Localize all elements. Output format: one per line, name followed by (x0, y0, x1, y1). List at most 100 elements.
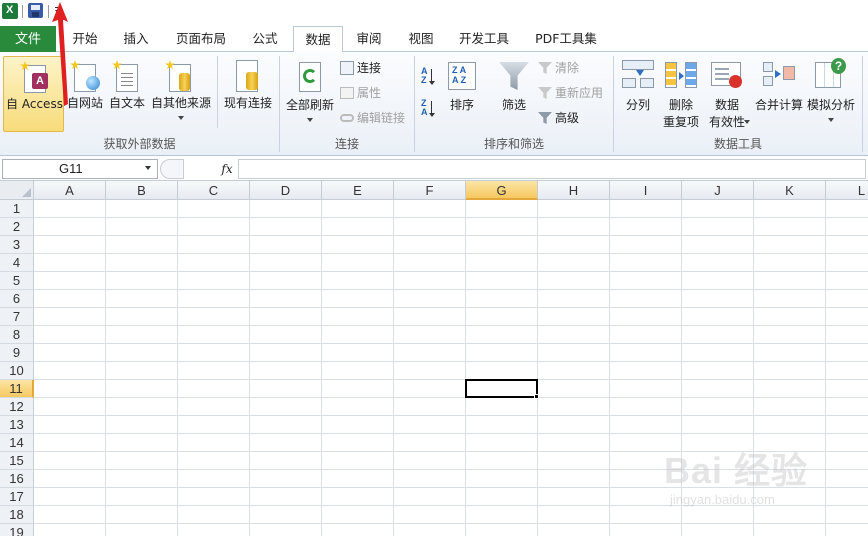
text-to-columns-button[interactable]: 分列 (618, 56, 658, 132)
remove-duplicates-button[interactable]: 删除 重复项 (660, 56, 702, 132)
row-header-5[interactable]: 5 (0, 272, 34, 290)
column-header-d[interactable]: D (250, 181, 322, 200)
row-header-2[interactable]: 2 (0, 218, 34, 236)
tab-developer[interactable]: 开发工具 (452, 26, 516, 52)
row-header-6[interactable]: 6 (0, 290, 34, 308)
tab-data[interactable]: 数据 (293, 26, 343, 53)
grid-hline (34, 253, 868, 254)
tab-insert[interactable]: 插入 (115, 26, 157, 52)
column-header-b[interactable]: B (106, 181, 178, 200)
row-header-3[interactable]: 3 (0, 236, 34, 254)
clear-button[interactable]: 清除 (538, 58, 579, 78)
chevron-down-icon (307, 118, 313, 122)
row-header-18[interactable]: 18 (0, 506, 34, 524)
grid-hline (34, 289, 868, 290)
refresh-icon (295, 60, 327, 94)
tab-formulas[interactable]: 公式 (244, 26, 286, 52)
row-header-1[interactable]: 1 (0, 200, 34, 218)
column-header-f[interactable]: F (394, 181, 466, 200)
tab-home[interactable]: 开始 (64, 26, 106, 52)
grid-vline (105, 200, 106, 536)
text-file-icon (112, 60, 144, 94)
properties-button[interactable]: 属性 (340, 83, 381, 103)
consolidate-button[interactable]: 合并计算 (752, 56, 806, 132)
grid-hline (34, 397, 868, 398)
advanced-button[interactable]: 高级 (538, 108, 579, 128)
row-header-8[interactable]: 8 (0, 326, 34, 344)
grid-hline (34, 307, 868, 308)
from-text-button[interactable]: 自文本 (106, 56, 148, 132)
chevron-down-icon (828, 118, 834, 122)
watermark-brand: Bai 经验 (664, 450, 809, 491)
name-box[interactable]: G11 (2, 159, 158, 179)
row-header-11[interactable]: 11 (0, 380, 34, 398)
column-header-e[interactable]: E (322, 181, 394, 200)
row-header-13[interactable]: 13 (0, 416, 34, 434)
what-if-analysis-icon: ? (815, 58, 847, 90)
column-header-k[interactable]: K (754, 181, 826, 200)
data-validation-icon (711, 60, 743, 90)
what-if-analysis-button[interactable]: ? 模拟分析 (806, 56, 856, 132)
tab-view[interactable]: 视图 (400, 26, 442, 52)
qat-separator (22, 5, 23, 18)
row-header-16[interactable]: 16 (0, 470, 34, 488)
edit-links-button[interactable]: 编辑链接 (340, 108, 405, 128)
properties-label: 属性 (357, 86, 382, 100)
remove-duplicates-label-2: 重复项 (662, 115, 699, 129)
row-header-15[interactable]: 15 (0, 452, 34, 470)
name-box-dropdown-icon[interactable] (145, 166, 151, 170)
row-header-7[interactable]: 7 (0, 308, 34, 326)
sort-ascending-icon[interactable]: AZ (421, 67, 441, 89)
insert-function-icon[interactable]: fx (218, 159, 236, 179)
row-header-12[interactable]: 12 (0, 398, 34, 416)
row-header-4[interactable]: 4 (0, 254, 34, 272)
sort-button[interactable]: Z AA Z 排序 (445, 56, 479, 132)
filter-button[interactable]: 筛选 (495, 56, 533, 132)
column-header-c[interactable]: C (178, 181, 250, 200)
refresh-all-button[interactable]: 全部刷新 (283, 56, 337, 132)
tab-review[interactable]: 审阅 (348, 26, 390, 52)
row-header-17[interactable]: 17 (0, 488, 34, 506)
grid-hline (34, 325, 868, 326)
refresh-all-label: 全部刷新 (285, 98, 334, 112)
formula-input[interactable] (238, 159, 866, 179)
column-header-l[interactable]: L (826, 181, 868, 200)
row-header-9[interactable]: 9 (0, 344, 34, 362)
save-icon[interactable] (28, 3, 43, 18)
select-all-button[interactable] (0, 181, 34, 200)
tab-file[interactable]: 文件 (0, 26, 56, 52)
from-other-sources-button[interactable]: 自其他来源 (148, 56, 214, 132)
row-header-14[interactable]: 14 (0, 434, 34, 452)
grid-hline (34, 415, 868, 416)
row-header-19[interactable]: 19 (0, 524, 34, 536)
sort-label: 排序 (449, 98, 474, 112)
column-header-h[interactable]: H (538, 181, 610, 200)
column-header-i[interactable]: I (610, 181, 682, 200)
connections-button[interactable]: 连接 (340, 58, 381, 78)
active-cell[interactable] (465, 379, 538, 398)
data-validation-button[interactable]: 数据 有效性 (704, 56, 750, 132)
excel-icon[interactable] (2, 3, 18, 19)
sort-descending-icon[interactable]: ZA (421, 99, 441, 121)
grid-hline (34, 379, 868, 380)
column-header-g[interactable]: G (466, 181, 538, 200)
grid-vline (537, 200, 538, 536)
row-header-10[interactable]: 10 (0, 362, 34, 380)
from-web-button[interactable]: 自网站 (64, 56, 106, 132)
column-header-j[interactable]: J (682, 181, 754, 200)
fill-handle[interactable] (534, 394, 539, 399)
grid-vline (609, 200, 610, 536)
grid-vline (177, 200, 178, 536)
reapply-button[interactable]: 重新应用 (538, 83, 603, 103)
reapply-icon (538, 87, 552, 99)
link-icon (340, 114, 354, 122)
formula-bar-resize-handle[interactable] (160, 159, 184, 179)
consolidate-icon (763, 60, 795, 90)
column-header-a[interactable]: A (34, 181, 106, 200)
existing-connections-button[interactable]: 现有连接 (220, 56, 276, 132)
advanced-filter-icon (538, 112, 552, 124)
chevron-down-icon (178, 116, 184, 120)
tab-pdf-tools[interactable]: PDF工具集 (528, 26, 604, 52)
tab-page-layout[interactable]: 页面布局 (170, 26, 232, 52)
grid-vline (249, 200, 250, 536)
